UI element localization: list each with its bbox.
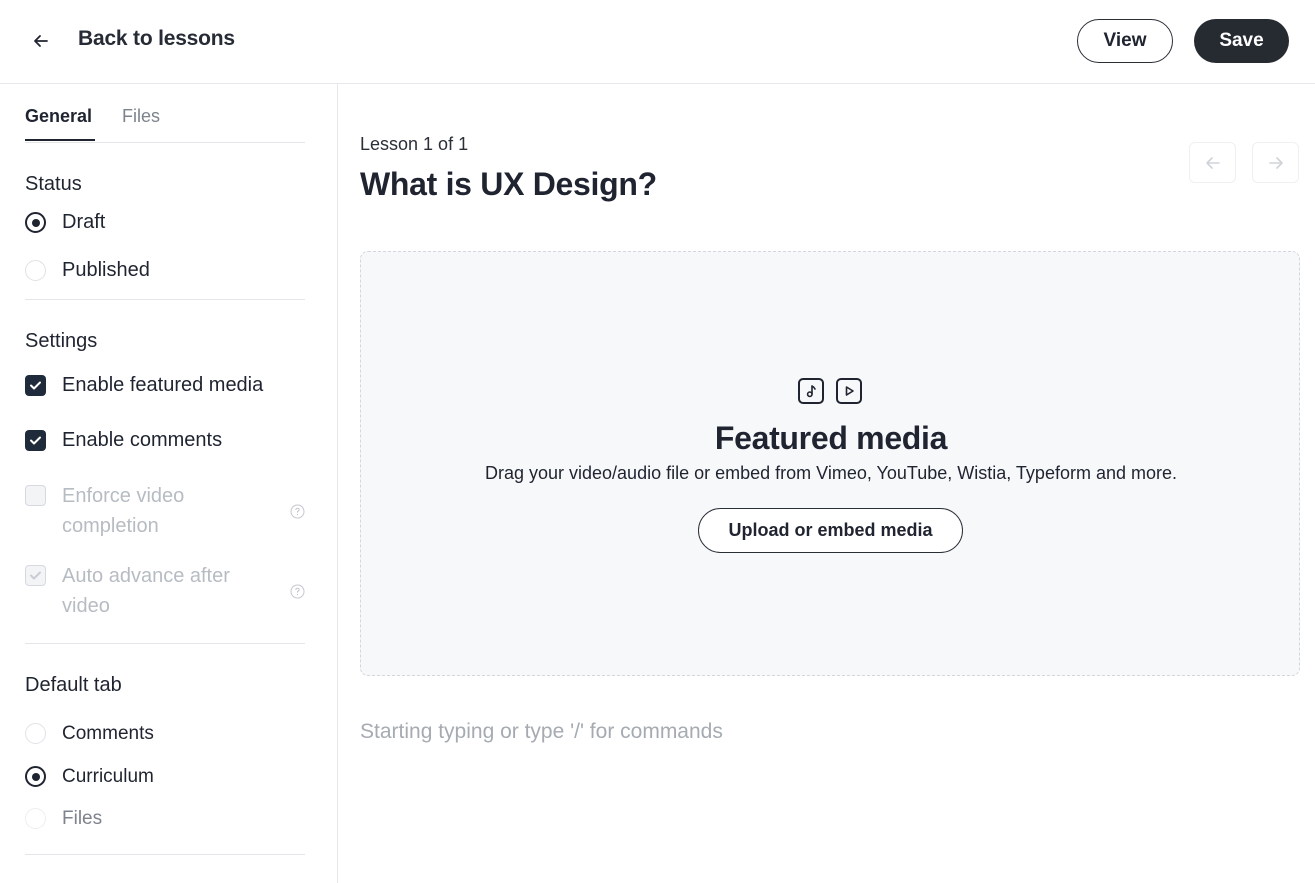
lesson-content-editor[interactable]: Starting typing or type '/' for commands — [360, 720, 723, 744]
setting-enforce-video-completion: Enforce video completion — [25, 482, 305, 544]
radio-button[interactable] — [25, 808, 46, 829]
tab-files[interactable]: Files — [122, 106, 160, 127]
audio-file-icon — [798, 378, 824, 404]
divider — [25, 854, 305, 855]
active-tab-indicator — [25, 139, 95, 141]
setting-label: Enable featured media — [62, 374, 264, 396]
lesson-editor: Lesson 1 of 1 What is UX Design? Feature… — [338, 84, 1315, 883]
radio-button[interactable] — [25, 212, 46, 233]
lesson-counter: Lesson 1 of 1 — [360, 134, 469, 154]
setting-label: Auto advance after video — [62, 565, 230, 617]
featured-media-title: Featured media — [714, 420, 948, 456]
setting-label: Enforce video completion — [62, 485, 185, 537]
upload-or-embed-media-button[interactable]: Upload or embed media — [698, 508, 963, 553]
setting-enable-comments[interactable]: Enable comments — [25, 429, 305, 453]
view-button[interactable]: View — [1077, 19, 1173, 63]
default-tab-option-label: Comments — [62, 723, 154, 744]
media-icons — [798, 378, 864, 404]
help-circle-icon[interactable] — [290, 504, 305, 519]
save-button[interactable]: Save — [1194, 19, 1289, 63]
checkmark-icon — [30, 381, 41, 390]
divider — [25, 643, 305, 644]
sidebar-tabs: General Files — [25, 84, 305, 143]
back-to-lessons-link[interactable]: Back to lessons — [78, 27, 235, 51]
settings-sidebar: General Files Status Draft Published Set… — [0, 84, 338, 883]
status-option-label: Draft — [62, 211, 106, 233]
radio-button[interactable] — [25, 260, 46, 281]
default-tab-section-title: Default tab — [25, 674, 122, 696]
help-circle-icon[interactable] — [290, 584, 305, 599]
status-section-title: Status — [25, 173, 82, 195]
setting-label: Enable comments — [62, 429, 223, 451]
arrow-right-icon — [1269, 157, 1283, 169]
video-file-icon — [836, 378, 862, 404]
previous-lesson-button[interactable] — [1189, 142, 1236, 183]
radio-button[interactable] — [25, 723, 46, 744]
featured-media-dropzone[interactable]: Featured media Drag your video/audio fil… — [360, 251, 1300, 676]
checkmark-icon — [30, 571, 41, 580]
arrow-left-icon[interactable] — [30, 30, 52, 52]
tab-general[interactable]: General — [25, 106, 92, 127]
checkbox-disabled — [25, 485, 46, 506]
status-option-label: Published — [62, 259, 150, 281]
featured-media-description: Drag your video/audio file or embed from… — [484, 463, 1177, 483]
setting-enable-featured-media[interactable]: Enable featured media — [25, 374, 305, 398]
lesson-title[interactable]: What is UX Design? — [360, 166, 657, 203]
top-bar: Back to lessons View Save — [0, 0, 1315, 84]
default-tab-option-curriculum[interactable]: Curriculum — [25, 765, 305, 789]
status-option-published[interactable]: Published — [25, 259, 305, 283]
divider — [25, 299, 305, 300]
next-lesson-button[interactable] — [1252, 142, 1299, 183]
default-tab-option-label: Files — [62, 808, 103, 829]
status-option-draft[interactable]: Draft — [25, 211, 305, 235]
default-tab-option-label: Curriculum — [62, 766, 154, 787]
checkmark-icon — [30, 436, 41, 445]
arrow-left-icon — [1206, 157, 1220, 169]
checkbox-disabled — [25, 565, 46, 586]
setting-auto-advance-after-video: Auto advance after video — [25, 562, 305, 624]
default-tab-option-files[interactable]: Files — [25, 807, 305, 831]
default-tab-option-comments[interactable]: Comments — [25, 722, 305, 746]
settings-section-title: Settings — [25, 330, 98, 352]
checkbox[interactable] — [25, 375, 46, 396]
checkbox[interactable] — [25, 430, 46, 451]
radio-button[interactable] — [25, 766, 46, 787]
